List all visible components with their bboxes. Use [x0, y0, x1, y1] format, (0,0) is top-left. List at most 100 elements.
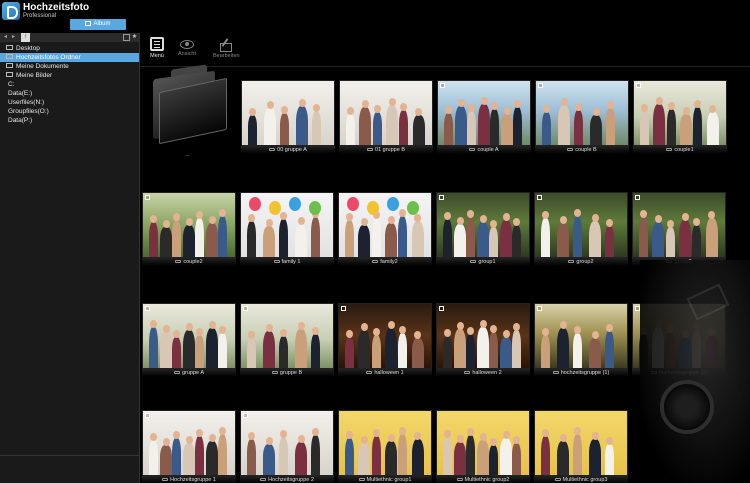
thumbnail-caption: halloween 1	[338, 369, 432, 377]
edit-button[interactable]: Bearbeiten	[213, 37, 240, 59]
menu-button[interactable]: Menü	[145, 37, 169, 59]
select-checkbox[interactable]	[538, 83, 543, 88]
photo-figure	[411, 338, 424, 368]
photo-thumbnail[interactable]: group3	[632, 192, 726, 266]
star-icon[interactable]: ★	[131, 34, 138, 41]
camera-decoration	[640, 260, 750, 483]
new-window-icon[interactable]	[123, 34, 130, 41]
select-checkbox[interactable]	[243, 413, 248, 418]
select-checkbox[interactable]	[145, 413, 150, 418]
sidebar-item[interactable]: Userfiles(N:)	[0, 98, 139, 107]
photo-figure	[194, 436, 204, 475]
photo-figure	[263, 226, 275, 257]
album-icon	[85, 21, 92, 26]
photo-figure	[500, 337, 513, 368]
photo-figure	[311, 217, 320, 257]
select-checkbox[interactable]	[243, 306, 248, 311]
thumbnail-caption-text: 01 gruppe B	[375, 147, 405, 153]
view-button[interactable]: Ansicht	[175, 37, 199, 57]
photo-thumbnail[interactable]: Hochzeitsgruppe 2	[240, 410, 334, 483]
photo-face	[399, 427, 407, 435]
photo-thumbnail[interactable]: family2	[338, 192, 432, 266]
photo-figure	[465, 217, 475, 257]
photo-figure	[358, 443, 371, 475]
photo-face	[150, 320, 157, 328]
view-label: Ansicht	[177, 51, 197, 57]
photo-face	[641, 104, 648, 112]
select-checkbox[interactable]	[145, 306, 150, 311]
sidebar-item[interactable]: Data(E:)	[0, 89, 139, 98]
select-checkbox[interactable]	[440, 83, 445, 88]
photo-face	[297, 322, 305, 330]
photo-figure	[443, 336, 452, 368]
menu-icon	[150, 37, 164, 51]
sidebar-item[interactable]: Data(P:)	[0, 116, 139, 125]
photo-thumbnail[interactable]: halloween 1	[338, 303, 432, 377]
photo-thumbnail[interactable]: gruppe A	[142, 303, 236, 377]
photo-face	[361, 100, 369, 108]
select-checkbox[interactable]	[537, 306, 542, 311]
photo-thumbnail[interactable]: Multiethnic group3	[534, 410, 628, 483]
image-file-icon	[366, 371, 373, 374]
photo-figure	[411, 439, 424, 475]
photo-figure	[279, 437, 288, 475]
thumbnail-caption: gruppe B	[240, 369, 334, 377]
photo-thumbnail[interactable]: family 1	[240, 192, 334, 266]
thumbnail-caption-text: halloween 1	[374, 370, 404, 376]
select-checkbox[interactable]	[439, 306, 444, 311]
select-checkbox[interactable]	[439, 195, 444, 200]
sidebar-item[interactable]: C:	[0, 80, 139, 89]
photo-thumbnail[interactable]: hochzeitsgruppe (1)	[534, 303, 628, 377]
thumbnail-caption: halloween 2	[436, 369, 530, 377]
photo-thumbnail[interactable]: Hochzeitsgruppe 1	[142, 410, 236, 483]
photo-figure	[358, 330, 371, 368]
sidebar-item[interactable]: Meine Dokumente	[0, 62, 139, 71]
select-checkbox[interactable]	[636, 83, 641, 88]
photo-figure	[466, 111, 476, 145]
photo-figure	[501, 114, 514, 145]
photo-figure	[488, 445, 498, 475]
photo-thumbnail[interactable]: Multiethnic group1	[338, 410, 432, 483]
photo-thumbnail[interactable]: couple1	[633, 80, 727, 154]
sidebar-item[interactable]: Hochzeitsfotos Ordner	[0, 53, 139, 62]
photo-thumbnail[interactable]: 01 gruppe B	[339, 80, 433, 154]
photo-image	[240, 192, 334, 258]
photo-thumbnail[interactable]: couple A	[437, 80, 531, 154]
select-checkbox[interactable]	[341, 306, 346, 311]
parent-folder[interactable]: ..	[149, 64, 233, 158]
photo-thumbnail[interactable]: group2	[534, 192, 628, 266]
photo-face	[489, 325, 497, 333]
photo-figure	[296, 106, 308, 145]
thumbnail-caption-text: Multiethnic group3	[562, 477, 608, 483]
photo-face	[542, 429, 549, 437]
photo-thumbnail[interactable]: couple2	[142, 192, 236, 266]
photo-thumbnail[interactable]: gruppe B	[240, 303, 334, 377]
image-file-icon	[273, 260, 280, 263]
photo-image	[142, 410, 236, 476]
photo-figure	[217, 434, 227, 475]
album-tab-label: Album	[93, 21, 111, 27]
photo-thumbnail[interactable]: group1	[436, 192, 530, 266]
select-checkbox[interactable]	[635, 195, 640, 200]
photo-face	[654, 215, 662, 223]
sidebar-item[interactable]: Desktop	[0, 44, 139, 53]
balloon	[249, 197, 261, 211]
select-checkbox[interactable]	[145, 195, 150, 200]
select-checkbox[interactable]	[537, 195, 542, 200]
sidebar-item[interactable]: Groupfiles(O:)	[0, 107, 139, 116]
photo-figure	[477, 440, 490, 475]
photo-thumbnail[interactable]: halloween 2	[436, 303, 530, 377]
thumbnail-caption: couple1	[633, 146, 727, 154]
photo-figure	[455, 106, 468, 145]
photo-image	[339, 80, 433, 146]
arrow-up-icon[interactable]: ↑	[21, 33, 30, 42]
photo-figure	[589, 221, 601, 257]
arrow-right-icon[interactable]: ▸	[10, 34, 17, 41]
arrow-left-icon[interactable]: ◂	[2, 34, 9, 41]
photo-thumbnail[interactable]: 00 gruppe A	[241, 80, 335, 154]
album-tab[interactable]: Album	[70, 19, 126, 30]
photo-thumbnail[interactable]: couple B	[535, 80, 629, 154]
photo-thumbnail[interactable]: Multiethnic group2	[436, 410, 530, 483]
photo-face	[400, 103, 408, 111]
sidebar-item[interactable]: Meine Bilder	[0, 71, 139, 80]
